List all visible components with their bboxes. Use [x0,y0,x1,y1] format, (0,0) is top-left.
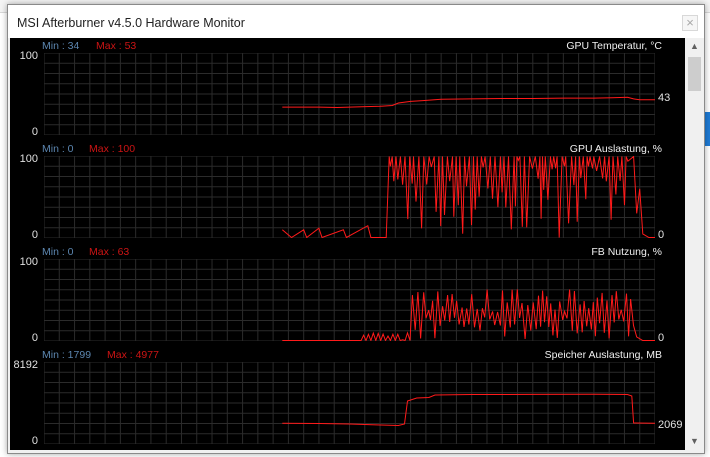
scroll-up-arrow-icon[interactable]: ▲ [686,38,703,55]
y-min-label: 0 [31,435,38,447]
plot-memory-usage [44,362,655,444]
current-value-label: 2069 [658,419,683,431]
series-line [282,393,655,427]
graph-gpu-load: 100 0 Min : 0 Max : 100 GPU Auslastung, … [10,141,685,244]
max-value-label: Max : 4977 [107,349,159,361]
series-line [282,289,655,341]
y-max-label: 100 [19,50,38,62]
max-value-label: Max : 100 [89,143,136,155]
plot-fb-usage [44,259,655,341]
graph-title: Speicher Auslastung, MB [544,349,662,361]
window-title: MSI Afterburner v4.5.0 Hardware Monitor [17,16,245,30]
hardware-monitor-window: MSI Afterburner v4.5.0 Hardware Monitor … [7,4,705,454]
y-max-label: 100 [19,256,38,268]
current-value-label: 43 [658,92,671,104]
title-bar[interactable]: MSI Afterburner v4.5.0 Hardware Monitor … [8,5,704,38]
grid-lines [44,53,655,135]
plot-gpu-load [44,156,655,238]
series-line [282,96,655,109]
min-value-label: Min : 1799 [42,349,92,361]
grid-lines [44,362,655,444]
graph-gpu-temperature: 100 0 Min : 34 Max : 53 GPU Temperatur, … [10,38,685,141]
max-value-label: Max : 63 [89,246,130,258]
y-min-label: 0 [31,332,38,344]
close-button[interactable]: × [682,15,698,31]
min-value-label: Min : 34 [42,40,80,52]
scroll-down-arrow-icon[interactable]: ▼ [686,433,703,450]
min-value-label: Min : 0 [42,246,74,258]
grid-lines [44,156,655,238]
graph-fb-usage: 100 0 Min : 0 Max : 63 FB Nutzung, % 0 [10,244,685,347]
min-value-label: Min : 0 [42,143,74,155]
graph-title: FB Nutzung, % [591,246,662,258]
graph-title: GPU Auslastung, % [569,143,662,155]
y-max-label: 8192 [13,359,38,371]
y-min-label: 0 [31,126,38,138]
vertical-scrollbar[interactable]: ▲ ▼ [686,38,703,450]
scrollbar-thumb[interactable] [688,57,701,91]
y-max-label: 100 [19,153,38,165]
graph-title: GPU Temperatur, °C [566,40,662,52]
current-value-label: 0 [658,229,665,241]
graph-memory-usage: 8192 0 Min : 1799 Max : 4977 Speicher Au… [10,347,685,450]
grid-lines [44,259,655,341]
max-value-label: Max : 53 [96,40,137,52]
plot-gpu-temperature [44,53,655,135]
current-value-label: 0 [658,332,665,344]
y-min-label: 0 [31,229,38,241]
monitor-graph-area: 100 0 Min : 34 Max : 53 GPU Temperatur, … [10,38,685,450]
